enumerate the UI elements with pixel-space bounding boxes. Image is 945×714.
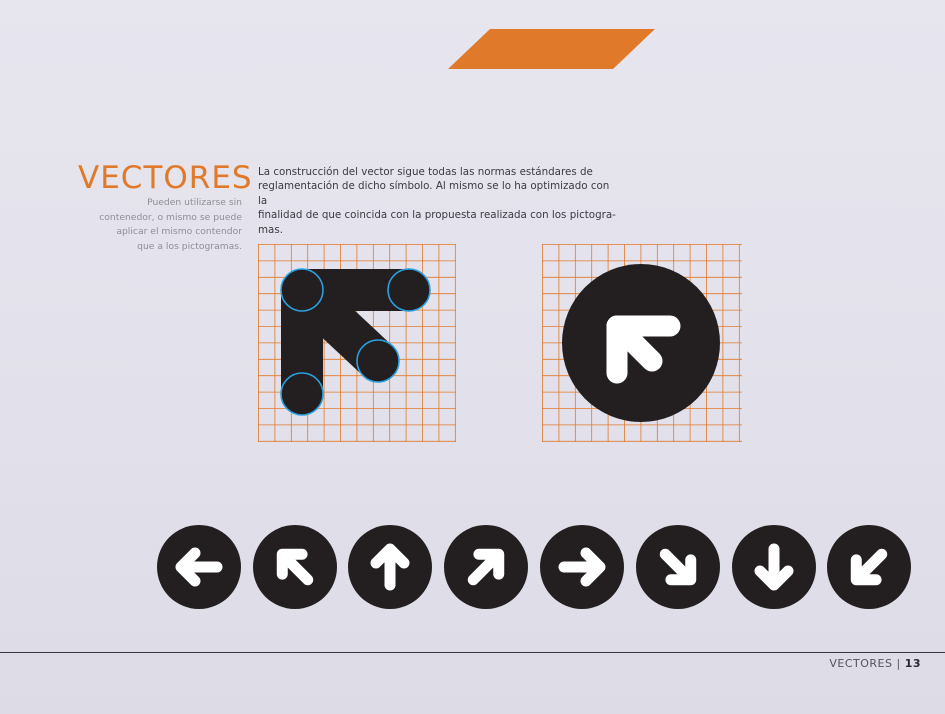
arrow-icons-row — [157, 525, 911, 609]
arrow-down-left-icon — [827, 525, 911, 609]
page-number: 13 — [904, 657, 921, 670]
footer: VECTORES | 13 — [829, 657, 921, 670]
arrow-left-icon — [157, 525, 241, 609]
arrow-down-icon — [732, 525, 816, 609]
arrow-right-icon — [540, 525, 624, 609]
footer-section: VECTORES — [829, 657, 893, 670]
arrow-up-left-icon — [253, 525, 337, 609]
arrow-up-icon — [348, 525, 432, 609]
arrow-down-right-icon — [636, 525, 720, 609]
footer-separator: | — [896, 657, 901, 670]
arrow-up-right-icon — [444, 525, 528, 609]
page: VECTORES Pueden utilizarse sin contenedo… — [0, 0, 945, 714]
footer-rule — [0, 652, 945, 653]
